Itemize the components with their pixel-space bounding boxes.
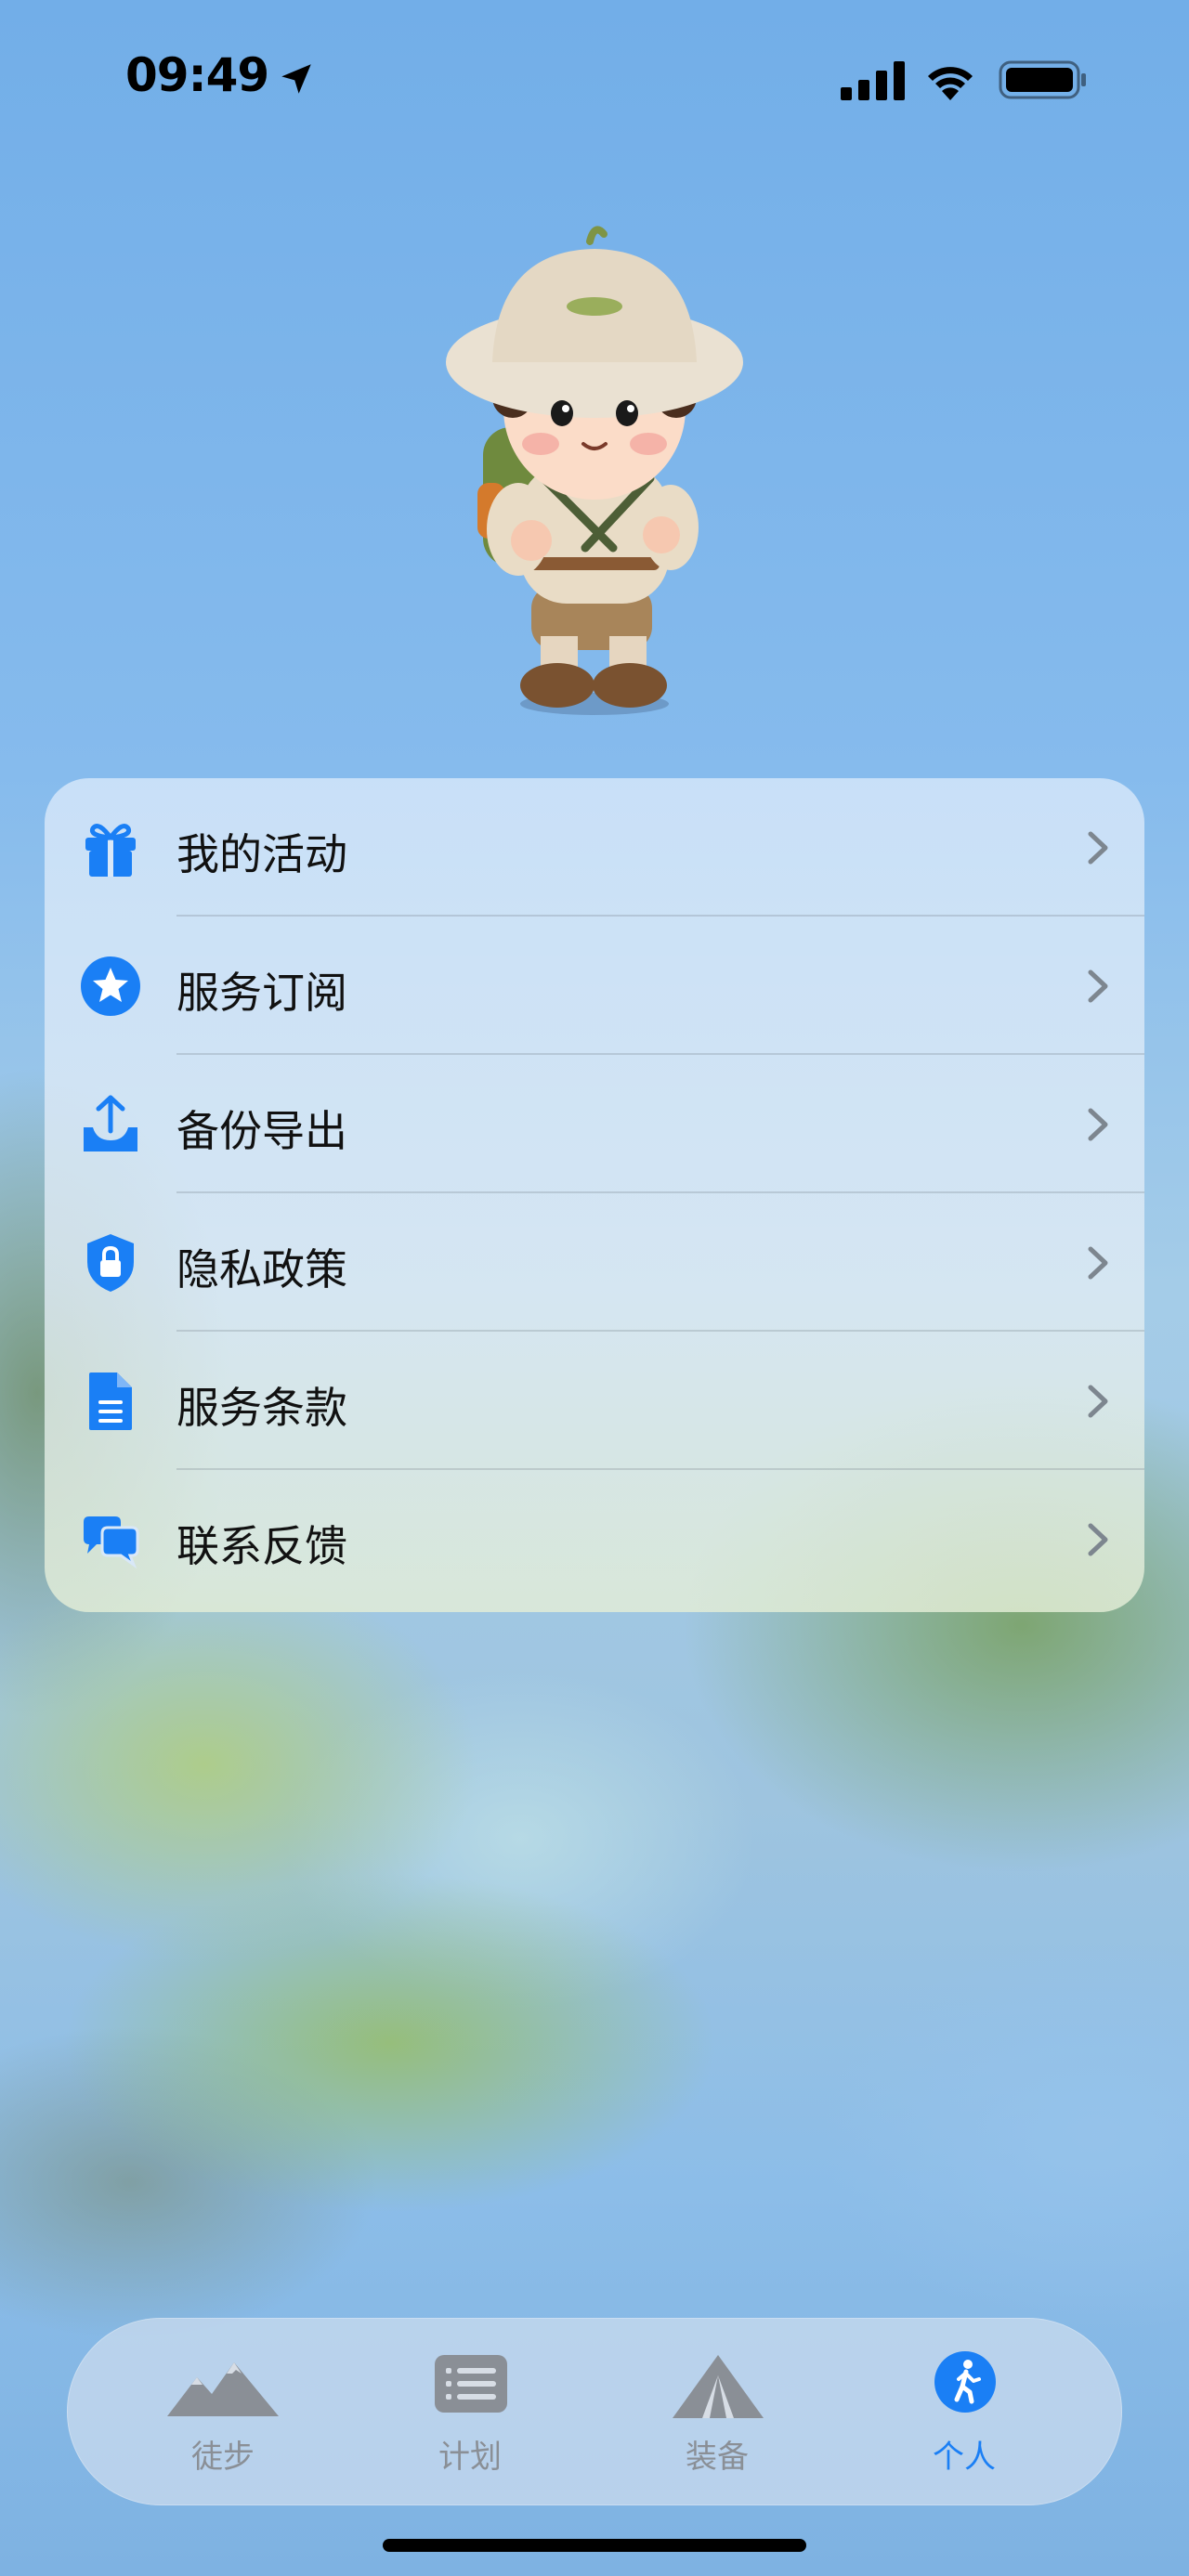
menu-item-privacy-policy[interactable]: 隐私政策 (45, 1193, 1144, 1332)
battery-icon (999, 60, 1086, 99)
tab-hiking[interactable]: 徒步 (130, 2318, 316, 2505)
menu-item-label: 我的活动 (176, 829, 347, 879)
menu-item-label: 隐私政策 (176, 1244, 347, 1295)
menu-item-my-activities[interactable]: 我的活动 (45, 778, 1144, 917)
chat-bubbles-icon (84, 1516, 139, 1569)
chevron-right-icon (1088, 969, 1108, 1003)
tab-gear[interactable]: 装备 (624, 2318, 810, 2505)
wifi-icon (928, 67, 973, 100)
menu-item-subscription[interactable]: 服务订阅 (45, 917, 1144, 1055)
tab-label: 计划 (438, 2439, 502, 2476)
tab-label: 个人 (933, 2439, 996, 2476)
location-arrow-icon (281, 64, 311, 94)
chevron-right-icon (1088, 1246, 1108, 1280)
home-indicator[interactable] (383, 2539, 806, 2552)
settings-menu-card: 我的活动 服务订阅 备份导出 隐私政策 服务条款 联系反馈 (45, 778, 1144, 1612)
chevron-right-icon (1088, 831, 1108, 865)
cellular-signal-icon (841, 61, 905, 100)
tab-bar: 徒步 计划 装备 个人 (67, 2318, 1122, 2505)
chevron-right-icon (1088, 1385, 1108, 1418)
tab-profile[interactable]: 个人 (871, 2318, 1057, 2505)
tab-plan[interactable]: 计划 (377, 2318, 563, 2505)
tray-upload-icon (84, 1095, 137, 1151)
menu-item-backup-export[interactable]: 备份导出 (45, 1055, 1144, 1193)
gift-icon (85, 824, 136, 877)
status-time: 09:49 (125, 48, 269, 102)
menu-item-contact-feedback[interactable]: 联系反馈 (45, 1470, 1144, 1608)
tent-icon (673, 2355, 764, 2418)
tab-label: 徒步 (191, 2439, 255, 2476)
list-icon (435, 2355, 507, 2413)
menu-item-label: 备份导出 (176, 1106, 347, 1156)
menu-item-label: 联系反馈 (176, 1521, 347, 1571)
mountains-icon (167, 2362, 279, 2416)
chevron-right-icon (1088, 1523, 1108, 1556)
document-icon (89, 1373, 132, 1430)
menu-item-label: 服务订阅 (176, 968, 347, 1018)
person-walking-icon (934, 2351, 996, 2413)
menu-item-terms-of-service[interactable]: 服务条款 (45, 1332, 1144, 1470)
menu-item-label: 服务条款 (176, 1383, 347, 1433)
tab-label: 装备 (686, 2439, 749, 2476)
hiker-mascot-illustration (446, 226, 743, 715)
chevron-right-icon (1088, 1108, 1108, 1141)
star-circle-icon (81, 956, 140, 1016)
lock-shield-icon (87, 1234, 134, 1292)
